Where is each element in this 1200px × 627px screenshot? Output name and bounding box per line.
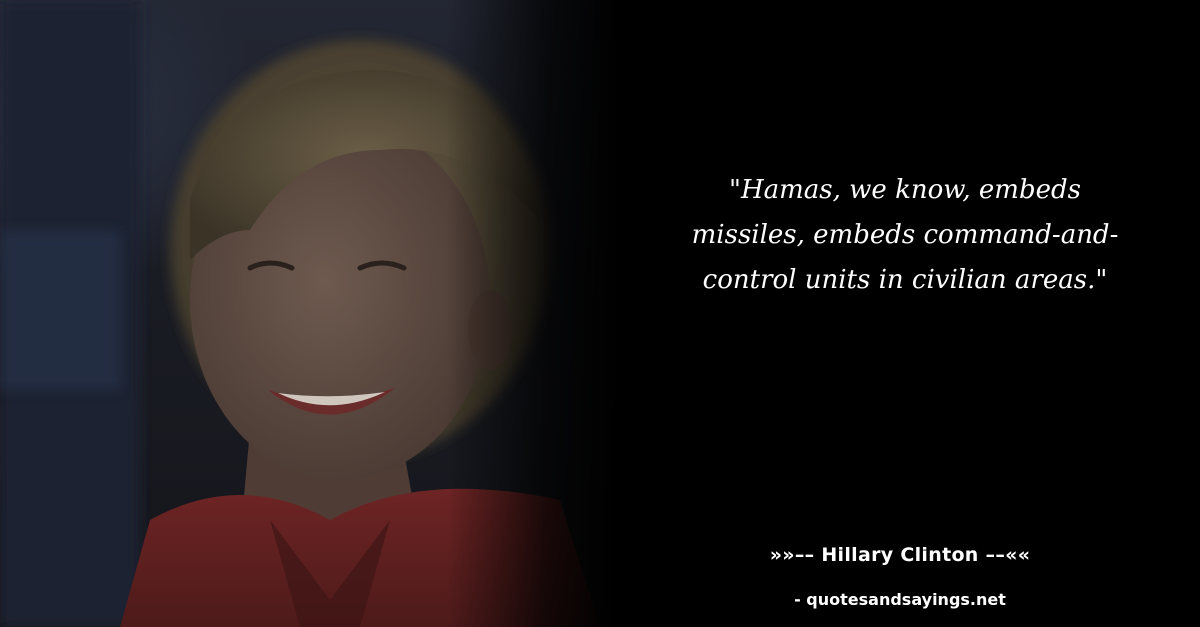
source-credit: - quotesandsayings.net bbox=[794, 590, 1006, 609]
quote-author: »»–– Hillary Clinton ––«« bbox=[769, 544, 1031, 566]
photo-fade-overlay bbox=[0, 0, 620, 627]
quote-text: "Hamas, we know, embeds missiles, embeds… bbox=[691, 175, 1119, 295]
portrait-photo bbox=[0, 0, 620, 627]
quote-card: "Hamas, we know, embeds missiles, embeds… bbox=[0, 0, 1200, 627]
